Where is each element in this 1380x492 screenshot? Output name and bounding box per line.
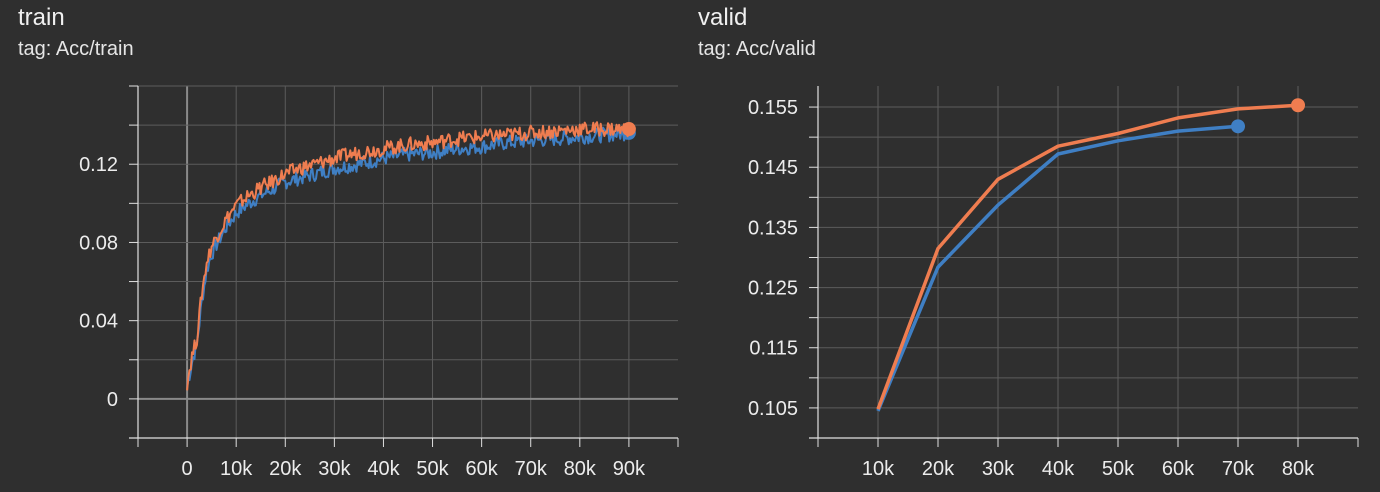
x-tick-label: 10k [862, 458, 895, 480]
x-tick-label: 80k [1282, 458, 1315, 480]
y-tick-label: 0.155 [748, 97, 798, 119]
x-tick-label: 50k [1102, 458, 1135, 480]
x-tick-label: 20k [922, 458, 955, 480]
valid-accuracy-plot[interactable]: 10k 20k 30k 40k 50k 60k 70k 80k 0.105 0.115 0.125 0… [0, 0, 1380, 492]
y-tick-label: 0.105 [748, 398, 798, 420]
x-tick-label: 70k [1222, 458, 1255, 480]
y-tick-label: 0.135 [748, 217, 798, 239]
y-tick-label: 0.115 [749, 338, 798, 360]
y-tick-label: 0.145 [748, 157, 798, 179]
x-tick-label: 60k [1162, 458, 1195, 480]
x-tick-label: 30k [982, 458, 1015, 480]
series-end-marker [1291, 98, 1305, 113]
y-tick-label: 0.125 [748, 278, 798, 300]
series-end-marker [1231, 119, 1245, 134]
x-tick-label: 40k [1042, 458, 1075, 480]
